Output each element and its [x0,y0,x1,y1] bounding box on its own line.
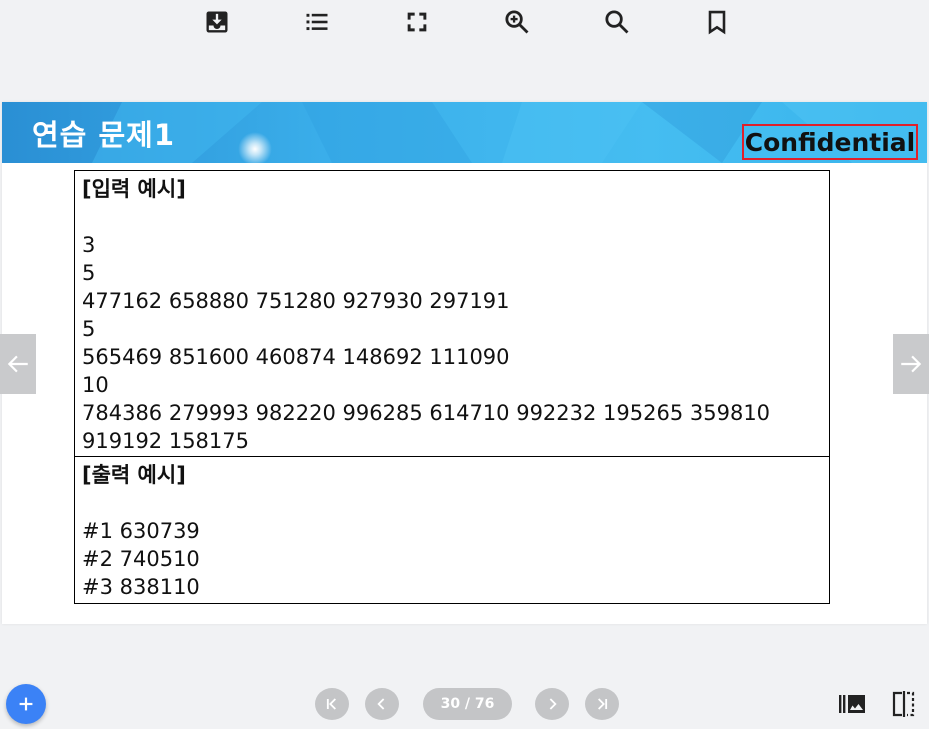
first-page-icon [326,698,336,710]
previous-page-button[interactable] [0,334,36,394]
prev-page-button[interactable] [365,688,399,720]
confidential-label: Confidential [742,124,918,160]
bookmark-icon[interactable] [701,6,733,38]
arrow-right-icon [901,355,922,373]
slide-banner: 연습 문제1 Confidential [2,102,927,163]
zoom-in-icon[interactable] [501,6,533,38]
input-line: 10 [82,373,109,397]
input-example-heading: [입력 예시] [82,177,186,201]
slide-title: 연습 문제1 [32,118,175,152]
split-view-icon [892,691,915,717]
output-example-heading: [출력 예시] [82,463,186,487]
next-page-small-button[interactable] [535,688,569,720]
banner-glow [238,132,272,163]
input-line: 5 [82,261,96,285]
search-icon[interactable] [601,6,633,38]
split-view-button[interactable] [887,688,921,720]
gallery-view-button[interactable] [835,688,869,720]
top-toolbar [0,0,929,46]
download-icon[interactable] [201,6,233,38]
input-line: 784386 279993 982220 996285 614710 99223… [82,401,771,425]
input-line: 919192 158175 [82,429,250,453]
gallery-icon [839,695,865,713]
chevron-right-icon [549,698,557,710]
chevron-left-icon [377,698,385,710]
output-example-box: [출력 예시] #1 630739 #2 740510 #3 838110 [74,456,830,604]
list-icon[interactable] [301,6,333,38]
input-example-box: [입력 예시] 3 5 477162 658880 751280 927930 … [74,170,830,457]
slide-page: 연습 문제1 Confidential [입력 예시] 3 5 477162 6… [2,102,927,624]
page-indicator[interactable]: 30 / 76 [423,688,512,720]
input-line: 3 [82,233,96,257]
fullscreen-icon[interactable] [401,6,433,38]
plus-icon [19,697,33,711]
input-line: 477162 658880 751280 927930 297191 [82,289,510,313]
output-line: #2 740510 [82,547,200,571]
output-line: #1 630739 [82,519,200,543]
add-button[interactable] [6,684,46,724]
input-line: 5 [82,317,96,341]
last-page-icon [598,698,608,710]
next-page-button[interactable] [893,334,929,394]
input-line: 565469 851600 460874 148692 111090 [82,345,510,369]
last-page-button[interactable] [585,688,619,720]
arrow-left-icon [7,355,28,373]
output-line: #3 838110 [82,575,200,599]
first-page-button[interactable] [315,688,349,720]
